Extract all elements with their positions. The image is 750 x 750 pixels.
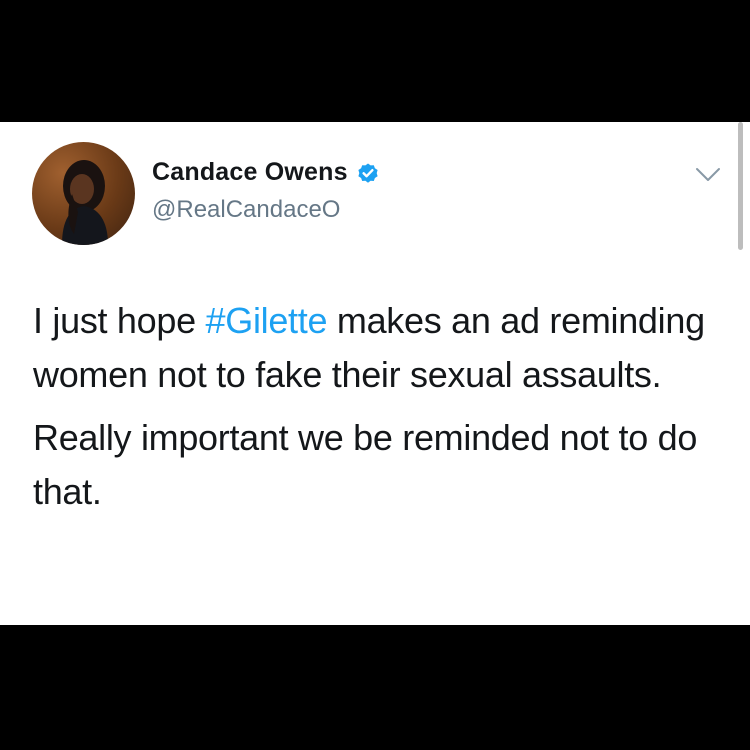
author-handle[interactable]: @RealCandaceO <box>152 196 340 224</box>
tweet-card: Candace Owens @RealCandaceO I just hope … <box>0 122 750 625</box>
screenshot-frame: Candace Owens @RealCandaceO I just hope … <box>0 0 750 750</box>
tweet-paragraph-2: Really important we be reminded not to d… <box>33 417 698 512</box>
profile-photo <box>62 160 108 245</box>
avatar[interactable] <box>32 142 135 245</box>
author-name-row: Candace Owens <box>152 158 380 187</box>
tweet-paragraph-1: I just hope #Gilette makes an ad remindi… <box>33 294 723 402</box>
tweet-text-start: I just hope <box>33 300 206 341</box>
chevron-down-icon[interactable] <box>694 166 722 184</box>
tweet-text: I just hope #Gilette makes an ad remindi… <box>33 294 723 528</box>
verified-badge-icon <box>358 163 378 183</box>
author-name[interactable]: Candace Owens <box>152 158 348 187</box>
scrollbar[interactable] <box>738 122 743 250</box>
hashtag-link[interactable]: #Gilette <box>206 300 328 341</box>
